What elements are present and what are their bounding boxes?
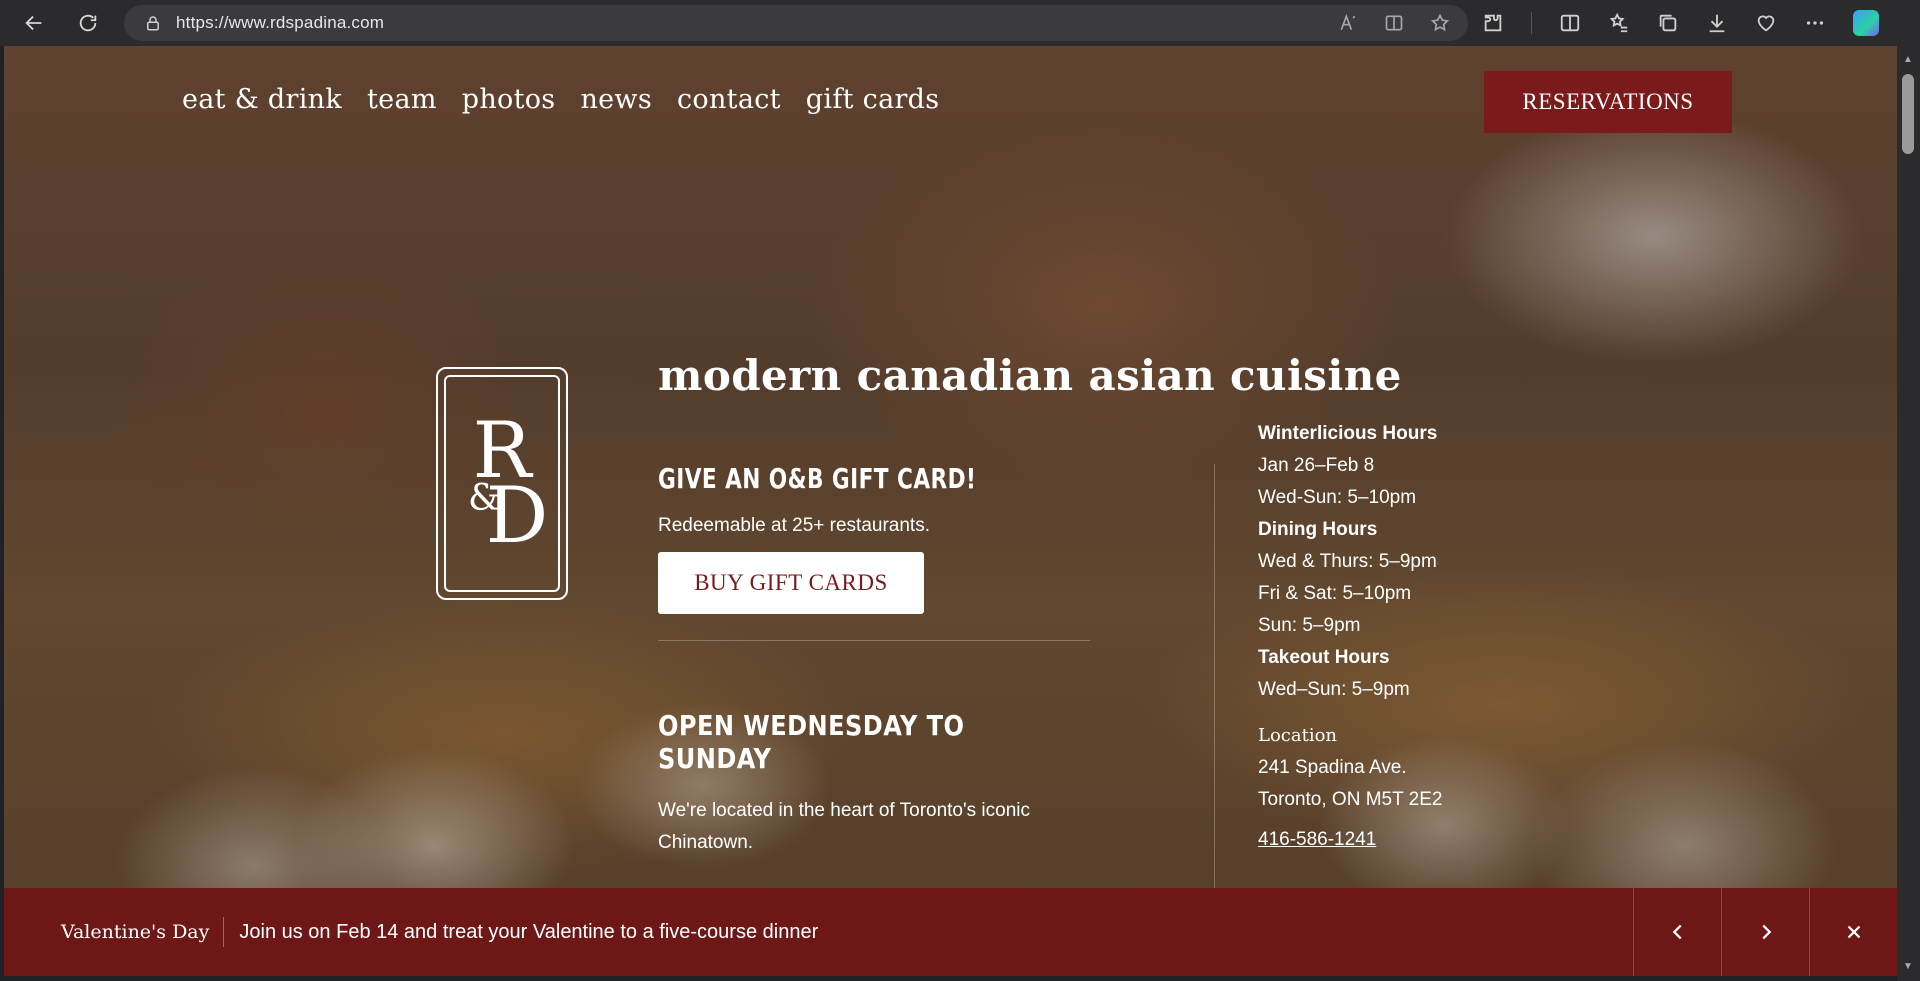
hours-column: Winterlicious Hours Jan 26–Feb 8 Wed-Sun… <box>1258 418 1442 856</box>
winterlicious-dates: Jan 26–Feb 8 <box>1258 455 1375 476</box>
winterlicious-times: Wed-Sun: 5–10pm <box>1258 487 1417 508</box>
read-aloud-icon[interactable] <box>1338 13 1358 33</box>
logo-frame: R & D <box>444 375 560 592</box>
chevron-left-icon[interactable] <box>1633 888 1721 976</box>
close-icon[interactable] <box>1809 888 1897 976</box>
collections-icon[interactable] <box>1657 12 1679 34</box>
hero-section: eat & drink team photos news contact gif… <box>4 46 1897 976</box>
scroll-up-icon[interactable]: ▲ <box>1902 54 1914 66</box>
scroll-down-icon[interactable]: ▼ <box>1902 961 1914 973</box>
buy-gift-cards-button[interactable]: BUY GIFT CARDS <box>658 552 924 614</box>
divider <box>658 640 1090 641</box>
favorite-star-icon[interactable] <box>1430 13 1450 33</box>
scrollbar-thumb[interactable] <box>1902 74 1914 154</box>
dining-hours-line: Fri & Sat: 5–10pm <box>1258 583 1412 604</box>
takeout-hours-line: Wed–Sun: 5–9pm <box>1258 679 1410 700</box>
chevron-right-icon[interactable] <box>1721 888 1809 976</box>
dining-hours-line: Sun: 5–9pm <box>1258 615 1361 636</box>
split-screen-icon[interactable] <box>1559 12 1581 34</box>
toolbar-divider <box>1531 12 1532 34</box>
refresh-icon[interactable] <box>70 5 106 41</box>
address-line: 241 Spadina Ave. <box>1258 757 1407 778</box>
banner-label: Valentine's Day <box>61 917 225 947</box>
extensions-icon[interactable] <box>1482 12 1504 34</box>
nav-contact[interactable]: contact <box>677 84 781 115</box>
back-icon[interactable] <box>16 5 52 41</box>
url-text: https://www.rdspadina.com <box>176 13 385 32</box>
more-icon[interactable] <box>1804 12 1826 34</box>
tagline: modern canadian asian cuisine <box>658 351 1402 400</box>
promo-column: GIVE AN O&B GIFT CARD! Redeemable at 25+… <box>658 462 1090 859</box>
vertical-scrollbar[interactable]: ▲ ▼ <box>1897 46 1920 981</box>
gift-card-heading: GIVE AN O&B GIFT CARD! <box>658 462 977 495</box>
winterlicious-heading: Winterlicious Hours <box>1258 423 1438 444</box>
immersive-reader-icon[interactable] <box>1384 13 1404 33</box>
favorites-icon[interactable] <box>1608 12 1630 34</box>
copilot-icon[interactable] <box>1853 10 1879 36</box>
downloads-icon[interactable] <box>1706 12 1728 34</box>
phone-link[interactable]: 416-586-1241 <box>1258 824 1442 856</box>
announcement-banner: Valentine's Day Join us on Feb 14 and tr… <box>4 888 1897 976</box>
page-viewport: eat & drink team photos news contact gif… <box>4 46 1897 976</box>
banner-text[interactable]: Join us on Feb 14 and treat your Valenti… <box>239 921 818 944</box>
logo-letter-d: D <box>485 470 549 561</box>
dining-hours-heading: Dining Hours <box>1258 519 1378 540</box>
nav-eat-drink[interactable]: eat & drink <box>182 84 342 115</box>
location-heading: Location <box>1258 725 1338 746</box>
nav-team[interactable]: team <box>367 84 437 115</box>
nav-gift-cards[interactable]: gift cards <box>806 84 940 115</box>
nav-photos[interactable]: photos <box>462 84 556 115</box>
address-line: Toronto, ON M5T 2E2 <box>1258 789 1443 810</box>
nav-news[interactable]: news <box>580 84 652 115</box>
main-nav: eat & drink team photos news contact gif… <box>182 84 939 115</box>
open-days-heading: OPEN WEDNESDAY TO SUNDAY <box>658 709 965 775</box>
reservations-button[interactable]: RESERVATIONS <box>1484 71 1732 133</box>
browser-toolbar: https://www.rdspadina.com <box>0 0 1920 46</box>
health-icon[interactable] <box>1755 12 1777 34</box>
takeout-hours-heading: Takeout Hours <box>1258 647 1390 668</box>
address-bar[interactable]: https://www.rdspadina.com <box>124 5 1468 41</box>
gift-card-subtext: Redeemable at 25+ restaurants. <box>658 515 930 536</box>
vertical-divider <box>1214 464 1215 934</box>
lock-icon <box>147 16 159 31</box>
location-description: We're located in the heart of Toronto's … <box>658 800 1030 853</box>
rd-logo[interactable]: R & D <box>436 367 568 600</box>
dining-hours-line: Wed & Thurs: 5–9pm <box>1258 551 1437 572</box>
